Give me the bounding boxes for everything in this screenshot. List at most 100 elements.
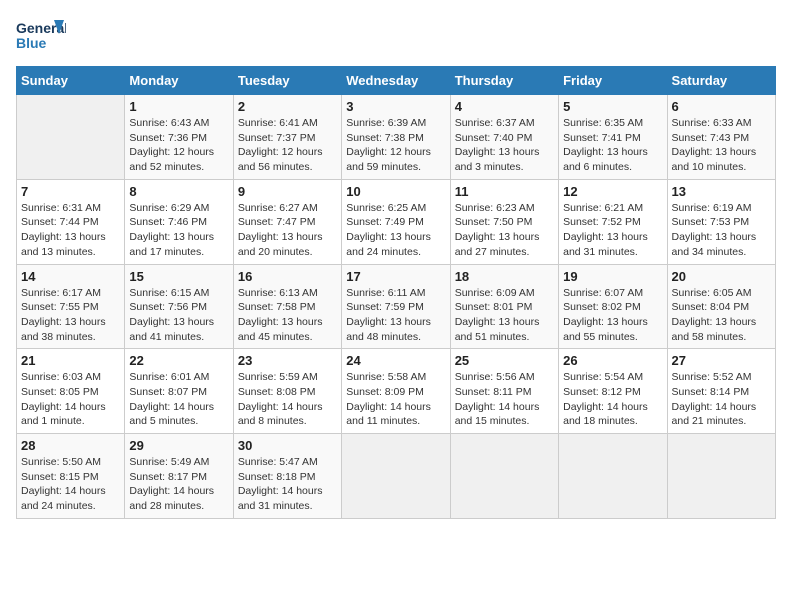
calendar-cell: 24 Sunrise: 5:58 AM Sunset: 8:09 PM Dayli…	[342, 349, 450, 434]
calendar-cell	[667, 434, 775, 519]
day-number: 16	[238, 269, 337, 284]
logo-svg: GeneralBlue	[16, 16, 66, 56]
calendar-table: SundayMondayTuesdayWednesdayThursdayFrid…	[16, 66, 776, 519]
day-number: 13	[672, 184, 771, 199]
calendar-cell	[342, 434, 450, 519]
day-number: 10	[346, 184, 445, 199]
calendar-cell: 14 Sunrise: 6:17 AM Sunset: 7:55 PM Dayli…	[17, 264, 125, 349]
week-row-1: 1Sunrise: 6:43 AM Sunset: 7:36 PM Daylig…	[17, 95, 776, 180]
day-info: Sunrise: 6:43 AM Sunset: 7:36 PM Dayligh…	[129, 116, 228, 175]
week-row-3: 14 Sunrise: 6:17 AM Sunset: 7:55 PM Dayli…	[17, 264, 776, 349]
day-number: 14	[21, 269, 120, 284]
day-info: Sunrise: 6:29 AM Sunset: 7:46 PM Dayligh…	[129, 201, 228, 260]
day-number: 20	[672, 269, 771, 284]
calendar-cell: 8 Sunrise: 6:29 AM Sunset: 7:46 PM Daylig…	[125, 179, 233, 264]
day-info: Sunrise: 6:31 AM Sunset: 7:44 PM Dayligh…	[21, 201, 120, 260]
calendar-cell: 28Sunrise: 5:50 AM Sunset: 8:15 PM Dayli…	[17, 434, 125, 519]
calendar-cell: 10 Sunrise: 6:25 AM Sunset: 7:49 PM Dayli…	[342, 179, 450, 264]
calendar-cell	[450, 434, 558, 519]
day-number: 22	[129, 353, 228, 368]
day-info: Sunrise: 6:35 AM Sunset: 7:41 PM Dayligh…	[563, 116, 662, 175]
day-info: Sunrise: 5:49 AM Sunset: 8:17 PM Dayligh…	[129, 455, 228, 514]
day-number: 28	[21, 438, 120, 453]
day-info: Sunrise: 6:11 AM Sunset: 7:59 PM Dayligh…	[346, 286, 445, 345]
calendar-cell: 15 Sunrise: 6:15 AM Sunset: 7:56 PM Dayli…	[125, 264, 233, 349]
calendar-cell	[17, 95, 125, 180]
day-info: Sunrise: 5:52 AM Sunset: 8:14 PM Dayligh…	[672, 370, 771, 429]
week-row-4: 21 Sunrise: 6:03 AM Sunset: 8:05 PM Dayli…	[17, 349, 776, 434]
day-info: Sunrise: 6:41 AM Sunset: 7:37 PM Dayligh…	[238, 116, 337, 175]
day-number: 7	[21, 184, 120, 199]
calendar-cell	[559, 434, 667, 519]
header-wednesday: Wednesday	[342, 67, 450, 95]
day-info: Sunrise: 6:19 AM Sunset: 7:53 PM Dayligh…	[672, 201, 771, 260]
header-friday: Friday	[559, 67, 667, 95]
calendar-cell: 17 Sunrise: 6:11 AM Sunset: 7:59 PM Dayli…	[342, 264, 450, 349]
day-info: Sunrise: 6:15 AM Sunset: 7:56 PM Dayligh…	[129, 286, 228, 345]
day-number: 29	[129, 438, 228, 453]
svg-text:Blue: Blue	[16, 35, 47, 51]
day-info: Sunrise: 6:09 AM Sunset: 8:01 PM Dayligh…	[455, 286, 554, 345]
day-number: 12	[563, 184, 662, 199]
calendar-cell: 1Sunrise: 6:43 AM Sunset: 7:36 PM Daylig…	[125, 95, 233, 180]
day-info: Sunrise: 6:23 AM Sunset: 7:50 PM Dayligh…	[455, 201, 554, 260]
logo: GeneralBlue	[16, 16, 66, 56]
day-number: 3	[346, 99, 445, 114]
calendar-cell: 5Sunrise: 6:35 AM Sunset: 7:41 PM Daylig…	[559, 95, 667, 180]
day-info: Sunrise: 5:56 AM Sunset: 8:11 PM Dayligh…	[455, 370, 554, 429]
day-number: 30	[238, 438, 337, 453]
calendar-cell: 30 Sunrise: 5:47 AM Sunset: 8:18 PM Dayli…	[233, 434, 341, 519]
calendar-cell: 27 Sunrise: 5:52 AM Sunset: 8:14 PM Dayli…	[667, 349, 775, 434]
day-number: 11	[455, 184, 554, 199]
day-info: Sunrise: 5:54 AM Sunset: 8:12 PM Dayligh…	[563, 370, 662, 429]
calendar-cell: 21 Sunrise: 6:03 AM Sunset: 8:05 PM Dayli…	[17, 349, 125, 434]
day-number: 19	[563, 269, 662, 284]
day-number: 2	[238, 99, 337, 114]
day-number: 6	[672, 99, 771, 114]
header-monday: Monday	[125, 67, 233, 95]
day-info: Sunrise: 5:59 AM Sunset: 8:08 PM Dayligh…	[238, 370, 337, 429]
calendar-header: SundayMondayTuesdayWednesdayThursdayFrid…	[17, 67, 776, 95]
day-info: Sunrise: 6:07 AM Sunset: 8:02 PM Dayligh…	[563, 286, 662, 345]
day-number: 9	[238, 184, 337, 199]
calendar-cell: 29 Sunrise: 5:49 AM Sunset: 8:17 PM Dayli…	[125, 434, 233, 519]
day-number: 17	[346, 269, 445, 284]
day-number: 27	[672, 353, 771, 368]
day-info: Sunrise: 6:25 AM Sunset: 7:49 PM Dayligh…	[346, 201, 445, 260]
day-info: Sunrise: 6:05 AM Sunset: 8:04 PM Dayligh…	[672, 286, 771, 345]
week-row-5: 28Sunrise: 5:50 AM Sunset: 8:15 PM Dayli…	[17, 434, 776, 519]
calendar-cell: 25 Sunrise: 5:56 AM Sunset: 8:11 PM Dayli…	[450, 349, 558, 434]
day-info: Sunrise: 6:33 AM Sunset: 7:43 PM Dayligh…	[672, 116, 771, 175]
day-info: Sunrise: 6:17 AM Sunset: 7:55 PM Dayligh…	[21, 286, 120, 345]
calendar-cell: 26 Sunrise: 5:54 AM Sunset: 8:12 PM Dayli…	[559, 349, 667, 434]
day-number: 21	[21, 353, 120, 368]
calendar-cell: 9 Sunrise: 6:27 AM Sunset: 7:47 PM Daylig…	[233, 179, 341, 264]
calendar-cell: 3Sunrise: 6:39 AM Sunset: 7:38 PM Daylig…	[342, 95, 450, 180]
calendar-cell: 13 Sunrise: 6:19 AM Sunset: 7:53 PM Dayli…	[667, 179, 775, 264]
header-saturday: Saturday	[667, 67, 775, 95]
day-info: Sunrise: 6:13 AM Sunset: 7:58 PM Dayligh…	[238, 286, 337, 345]
calendar-cell: 20 Sunrise: 6:05 AM Sunset: 8:04 PM Dayli…	[667, 264, 775, 349]
calendar-cell: 12Sunrise: 6:21 AM Sunset: 7:52 PM Dayli…	[559, 179, 667, 264]
calendar-body: 1Sunrise: 6:43 AM Sunset: 7:36 PM Daylig…	[17, 95, 776, 519]
calendar-cell: 19 Sunrise: 6:07 AM Sunset: 8:02 PM Dayli…	[559, 264, 667, 349]
day-info: Sunrise: 6:01 AM Sunset: 8:07 PM Dayligh…	[129, 370, 228, 429]
day-number: 15	[129, 269, 228, 284]
day-number: 25	[455, 353, 554, 368]
day-number: 18	[455, 269, 554, 284]
day-number: 26	[563, 353, 662, 368]
day-number: 24	[346, 353, 445, 368]
calendar-cell: 11 Sunrise: 6:23 AM Sunset: 7:50 PM Dayli…	[450, 179, 558, 264]
day-info: Sunrise: 5:47 AM Sunset: 8:18 PM Dayligh…	[238, 455, 337, 514]
calendar-cell: 16 Sunrise: 6:13 AM Sunset: 7:58 PM Dayli…	[233, 264, 341, 349]
day-number: 4	[455, 99, 554, 114]
day-info: Sunrise: 6:03 AM Sunset: 8:05 PM Dayligh…	[21, 370, 120, 429]
header-sunday: Sunday	[17, 67, 125, 95]
day-number: 8	[129, 184, 228, 199]
day-info: Sunrise: 6:27 AM Sunset: 7:47 PM Dayligh…	[238, 201, 337, 260]
header-tuesday: Tuesday	[233, 67, 341, 95]
header-row: SundayMondayTuesdayWednesdayThursdayFrid…	[17, 67, 776, 95]
calendar-cell: 7 Sunrise: 6:31 AM Sunset: 7:44 PM Daylig…	[17, 179, 125, 264]
day-info: Sunrise: 5:58 AM Sunset: 8:09 PM Dayligh…	[346, 370, 445, 429]
calendar-cell: 2 Sunrise: 6:41 AM Sunset: 7:37 PM Daylig…	[233, 95, 341, 180]
